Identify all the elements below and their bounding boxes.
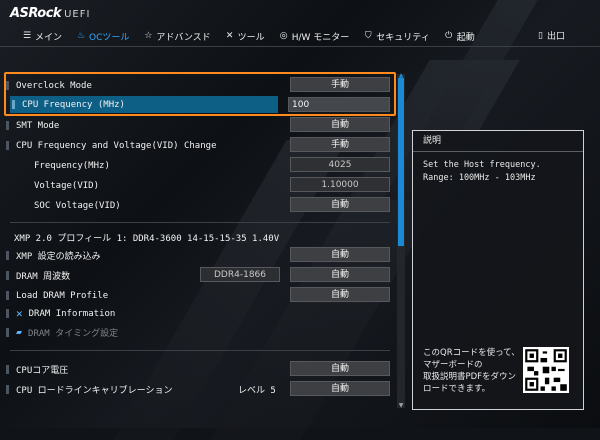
tab-oc-tweaker[interactable]: ♨ OCツール	[76, 29, 129, 43]
cpu-freq-voltage-change-value[interactable]: 手動	[290, 137, 390, 152]
qr-caption: このQRコードを使って、 マザーボードの 取扱説明書PDFをダウン ロードできま…	[423, 348, 520, 394]
brand-logo: ASRock UEFI	[10, 6, 91, 21]
menu-dram-timing[interactable]: ▰ DRAM タイミング設定	[6, 324, 118, 341]
setting-cpu-llc[interactable]: CPU ロードラインキャリブレーション	[6, 381, 173, 398]
main-tabs: ☰ メイン ♨ OCツール ☆ アドバンスド ✕ ツール ◎ H/W モニター ⛉ セキュリ…	[22, 29, 489, 43]
scroll-down-icon[interactable]: ▼	[397, 402, 405, 409]
cpu-core-voltage-value[interactable]: 自動	[290, 361, 390, 376]
frequency-value[interactable]: 4025	[290, 157, 390, 172]
menu-dram-information[interactable]: ✕ DRAM Information	[6, 305, 115, 322]
tab-exit[interactable]: ▯ 出口	[538, 29, 565, 43]
section-divider-2	[10, 350, 390, 351]
tools-icon: ✕	[16, 307, 23, 320]
smt-mode-value[interactable]: 自動	[290, 117, 390, 132]
description-text: Set the Host frequency. Range: 100MHz - …	[423, 160, 541, 183]
folder-icon: ▰	[16, 327, 23, 338]
setting-cpu-freq-voltage-change[interactable]: CPU Frequency and Voltage(VID) Change	[6, 137, 216, 154]
soc-voltage-value[interactable]: 自動	[290, 197, 390, 212]
tab-tool[interactable]: ✕ ツール	[225, 29, 265, 43]
setting-dram-frequency[interactable]: DRAM 周波数	[6, 267, 70, 284]
xmp-profile-info: XMP 2.0 プロフィール 1: DDR4-3600 14-15-15-35 …	[14, 234, 280, 244]
scrollbar-thumb[interactable]	[398, 78, 404, 246]
load-dram-profile-value[interactable]: 自動	[290, 287, 390, 302]
list-icon: ☰	[22, 31, 32, 41]
flame-icon: ♨	[76, 31, 86, 41]
tab-main[interactable]: ☰ メイン	[22, 29, 62, 43]
highlight-box	[4, 72, 396, 116]
section-divider	[10, 222, 390, 223]
shield-icon: ⛉	[364, 31, 372, 41]
exit-icon: ▯	[538, 30, 543, 41]
voltage-value[interactable]: 1.10000	[290, 177, 390, 192]
setting-load-dram-profile[interactable]: Load DRAM Profile	[6, 287, 108, 304]
tab-divider	[0, 46, 600, 47]
dram-frequency-detail: DDR4-1866	[200, 267, 280, 282]
setting-smt-mode[interactable]: SMT Mode	[6, 117, 59, 134]
setting-frequency[interactable]: Frequency(MHz)	[34, 157, 110, 174]
dram-frequency-value[interactable]: 自動	[290, 267, 390, 282]
power-icon: ⏻	[445, 31, 453, 41]
tools-icon: ✕	[225, 31, 234, 41]
cpu-llc-value[interactable]: 自動	[290, 381, 390, 396]
cpu-llc-detail: レベル 5	[238, 386, 276, 396]
qr-code-icon	[523, 347, 569, 393]
setting-voltage[interactable]: Voltage(VID)	[34, 177, 99, 194]
description-panel: 説明 Set the Host frequency. Range: 100MHz…	[412, 130, 584, 410]
tab-advanced[interactable]: ☆ アドバンスド	[143, 29, 210, 43]
scrollbar[interactable]: ▲ ▼	[397, 72, 405, 409]
tab-hw-monitor[interactable]: ◎ H/W モニター	[279, 29, 350, 43]
star-icon: ☆	[144, 31, 153, 41]
xmp-load-value[interactable]: 自動	[290, 247, 390, 262]
monitor-icon: ◎	[279, 31, 288, 41]
tab-security[interactable]: ⛉ セキュリティ	[363, 29, 430, 43]
setting-soc-voltage[interactable]: SOC Voltage(VID)	[34, 197, 121, 214]
description-title: 説明	[413, 131, 583, 152]
setting-xmp-load[interactable]: XMP 設定の読み込み	[6, 247, 101, 264]
tab-boot[interactable]: ⏻ 起動	[444, 29, 475, 43]
setting-cpu-core-voltage[interactable]: CPUコア電圧	[6, 361, 68, 378]
